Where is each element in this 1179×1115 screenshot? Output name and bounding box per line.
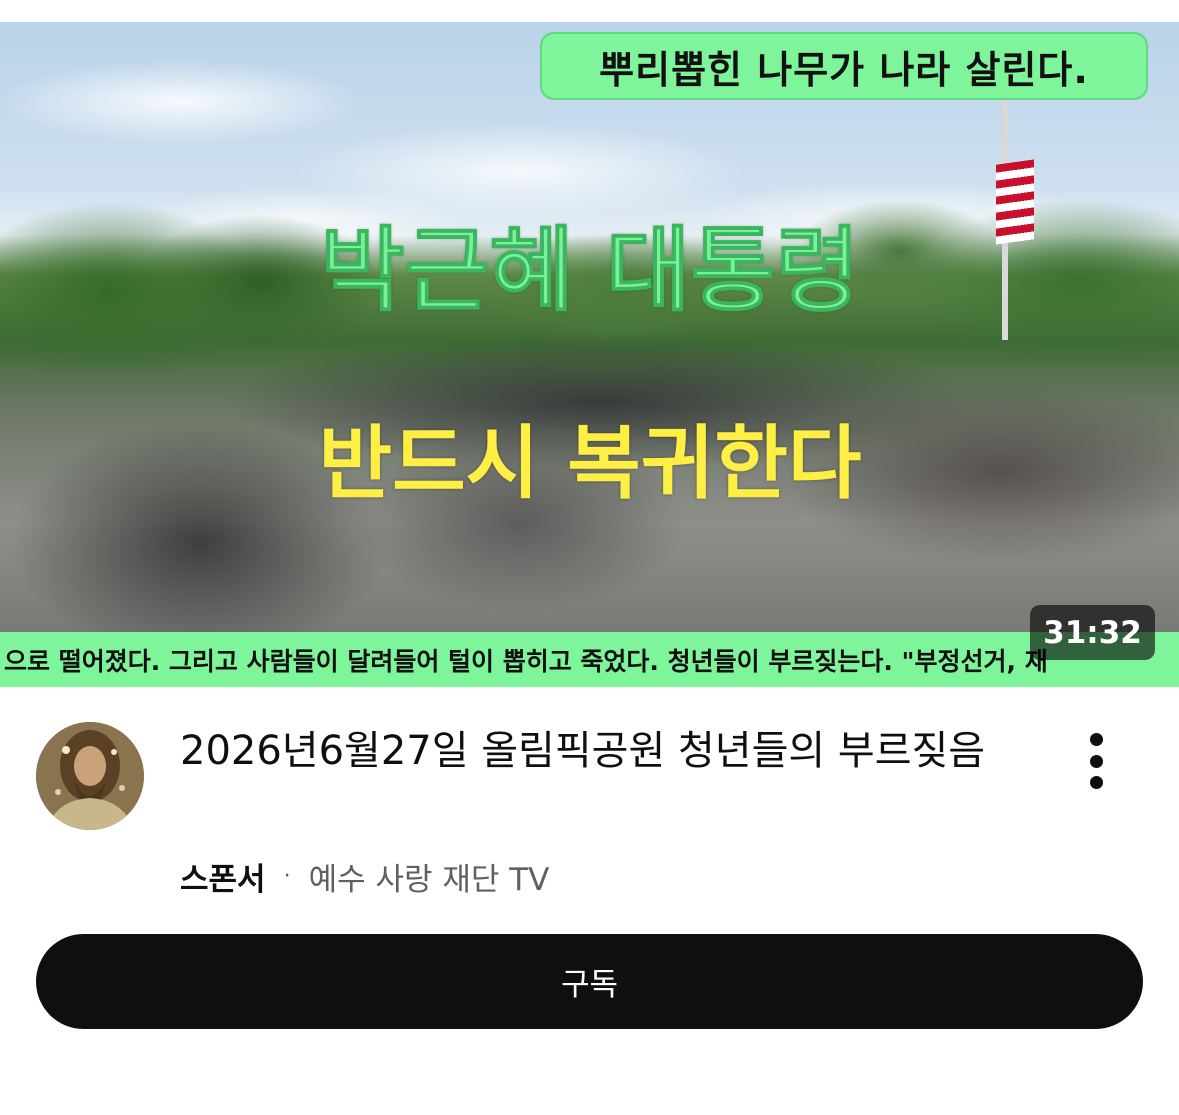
- video-meta: 스폰서 · 예수 사랑 재단 TV: [180, 854, 549, 898]
- duration-badge: 31:32: [1030, 605, 1155, 660]
- channel-avatar[interactable]: [36, 722, 144, 830]
- thumbnail-headline-green: 박근혜 대통령: [320, 217, 861, 324]
- kebab-menu-icon[interactable]: [1076, 733, 1116, 789]
- kebab-dot: [1089, 776, 1103, 789]
- video-thumbnail[interactable]: 뿌리뽑힌 나무가 나라 살린다. 박근혜 대통령 반드시 복귀한다 으로 떨어졌…: [0, 22, 1179, 687]
- avatar-portrait-icon: [36, 722, 144, 830]
- channel-name[interactable]: 예수 사랑 재단 TV: [309, 854, 550, 899]
- meta-separator: ·: [283, 863, 291, 889]
- us-flag: [996, 159, 1034, 245]
- subscribe-button[interactable]: 구독: [36, 934, 1143, 1029]
- video-title[interactable]: 2026년6월27일 올림픽공원 청년들의 부르짖음: [180, 724, 1040, 778]
- sponsor-label: 스폰서: [180, 861, 266, 898]
- video-card: 뿌리뽑힌 나무가 나라 살린다. 박근혜 대통령 반드시 복귀한다 으로 떨어졌…: [0, 0, 1179, 1115]
- kebab-dot: [1089, 733, 1103, 746]
- kebab-dot: [1089, 754, 1103, 768]
- thumbnail-headline-yellow: 반드시 복귀한다: [318, 417, 862, 510]
- thumbnail-top-banner: 뿌리뽑힌 나무가 나라 살린다.: [540, 32, 1148, 100]
- thumbnail-ticker: 으로 떨어졌다. 그리고 사람들이 달려들어 털이 뽑히고 죽었다. 청년들이 …: [0, 632, 1179, 687]
